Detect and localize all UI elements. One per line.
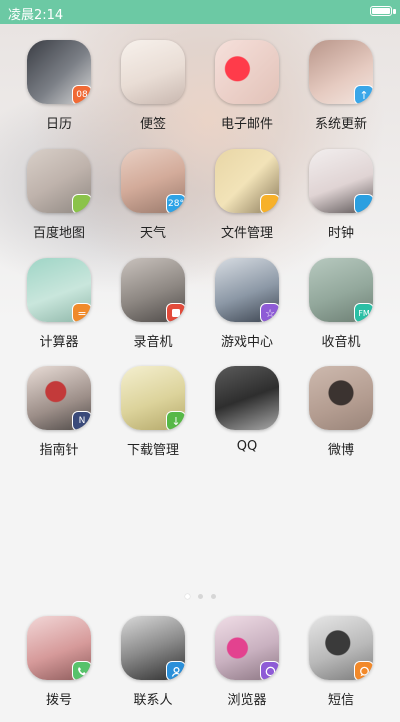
app-weibo[interactable]: 微博 (296, 366, 386, 472)
app-label-file-manager: 文件管理 (220, 226, 273, 241)
phone-badge (72, 661, 91, 680)
calendar-icon: 08 (27, 40, 91, 104)
game-center-icon: ☆ (215, 258, 279, 322)
radio-icon: FM (309, 258, 373, 322)
contacts-icon (121, 616, 185, 680)
app-label-baidu-map: 百度地图 (32, 226, 85, 241)
app-weather[interactable]: 28° 天气 (108, 149, 198, 255)
chat-bubble-icon (359, 666, 369, 676)
notes-icon (121, 40, 185, 104)
phone-handset-icon (77, 666, 86, 675)
browser-badge (260, 661, 279, 680)
dock-sms[interactable]: 短信 (296, 616, 386, 722)
app-label-radio: 收音机 (321, 335, 361, 350)
clock-badge (354, 194, 373, 213)
globe-icon (265, 666, 275, 676)
app-calculator[interactable]: = 计算器 (14, 258, 104, 364)
weather-badge: 28° (166, 194, 185, 213)
update-badge: ↑ (354, 85, 373, 104)
sms-icon (309, 616, 373, 680)
status-bar: 凌晨2:14 (0, 0, 400, 24)
app-system-update[interactable]: ↑ 系统更新 (296, 40, 386, 146)
record-icon (172, 309, 180, 317)
app-recorder[interactable]: 录音机 (108, 258, 198, 364)
recorder-badge (166, 303, 185, 322)
page-dot-1[interactable] (184, 594, 190, 599)
system-update-icon: ↑ (309, 40, 373, 104)
page-indicator (0, 584, 400, 603)
app-radio[interactable]: FM 收音机 (296, 258, 386, 364)
map-icon (27, 149, 91, 213)
phone-icon (27, 616, 91, 680)
calculator-badge: = (72, 303, 91, 322)
file-manager-icon (215, 149, 279, 213)
app-label-download-manager: 下载管理 (126, 443, 179, 458)
app-label-qq: QQ (236, 439, 258, 454)
app-file-manager[interactable]: 文件管理 (202, 149, 292, 255)
app-label-system-update: 系统更新 (314, 117, 367, 132)
battery-tip (393, 9, 396, 14)
app-qq[interactable]: QQ (202, 366, 292, 472)
download-badge: ↓ (166, 411, 185, 430)
clock-icon (309, 149, 373, 213)
map-badge (72, 194, 91, 213)
app-label-contacts: 联系人 (133, 693, 173, 708)
browser-icon (215, 616, 279, 680)
contacts-badge (166, 661, 185, 680)
dock-browser[interactable]: 浏览器 (202, 616, 292, 722)
page-dot-3[interactable] (210, 594, 216, 599)
app-email[interactable]: 电子邮件 (202, 40, 292, 146)
recorder-icon (121, 258, 185, 322)
app-game-center[interactable]: ☆ 游戏中心 (202, 258, 292, 364)
status-time: 凌晨2:14 (8, 8, 64, 23)
app-label-recorder: 录音机 (133, 335, 173, 350)
page-dot-2[interactable] (197, 594, 203, 599)
app-download-manager[interactable]: ↓ 下载管理 (108, 366, 198, 472)
sms-badge (354, 661, 373, 680)
app-label-weather: 天气 (139, 226, 166, 241)
email-icon (215, 40, 279, 104)
app-clock[interactable]: 时钟 (296, 149, 386, 255)
app-label-game-center: 游戏中心 (220, 335, 273, 350)
download-manager-icon: ↓ (121, 366, 185, 430)
dock-phone[interactable]: 拨号 (14, 616, 104, 722)
calendar-badge: 08 (72, 85, 91, 104)
weather-icon: 28° (121, 149, 185, 213)
compass-badge: N (72, 411, 91, 430)
app-baidu-map[interactable]: 百度地图 (14, 149, 104, 255)
app-label-browser: 浏览器 (227, 693, 267, 708)
app-label-phone: 拨号 (45, 693, 72, 708)
game-badge: ☆ (260, 303, 279, 322)
calculator-icon: = (27, 258, 91, 322)
weibo-icon (309, 366, 373, 430)
dock-contacts[interactable]: 联系人 (108, 616, 198, 722)
app-compass[interactable]: N 指南针 (14, 366, 104, 472)
app-label-notes: 便签 (139, 117, 166, 132)
qq-icon (215, 366, 279, 430)
app-label-clock: 时钟 (327, 226, 354, 241)
person-icon (171, 666, 181, 677)
app-label-calendar: 日历 (45, 117, 72, 132)
app-calendar[interactable]: 08 日历 (14, 40, 104, 146)
files-badge (260, 194, 279, 213)
radio-badge: FM (354, 303, 373, 322)
app-notes[interactable]: 便签 (108, 40, 198, 146)
app-label-weibo: 微博 (327, 443, 354, 458)
battery-icon (370, 6, 392, 16)
compass-icon: N (27, 366, 91, 430)
app-label-calculator: 计算器 (39, 335, 79, 350)
app-label-compass: 指南针 (39, 443, 79, 458)
app-label-email: 电子邮件 (220, 117, 273, 132)
app-label-sms: 短信 (327, 693, 354, 708)
